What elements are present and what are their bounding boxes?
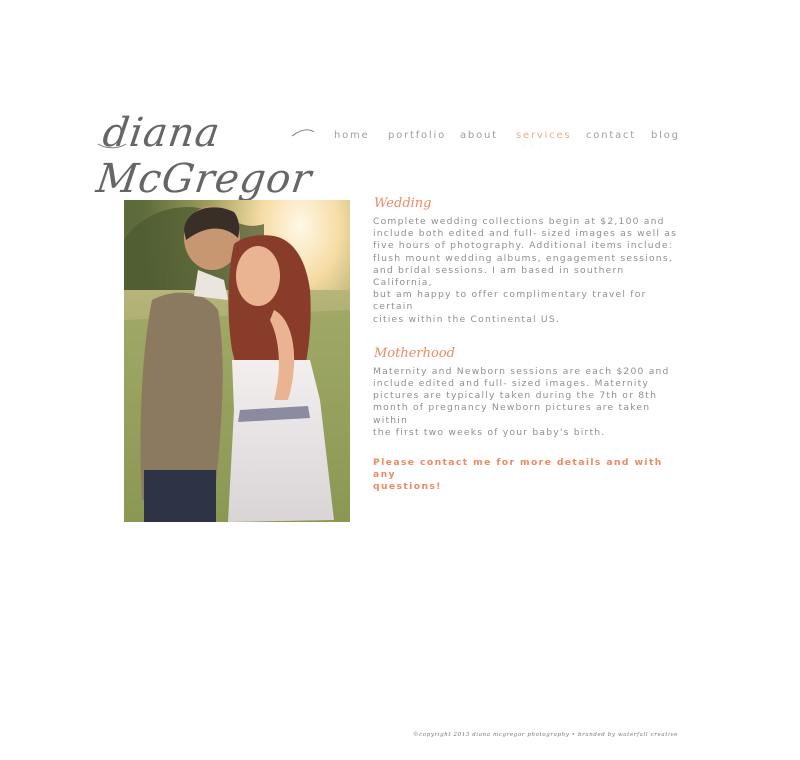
nav-contact[interactable]: contact [586, 130, 651, 141]
wedding-title: Wedding [374, 196, 432, 211]
footer-copyright: ©copyright 2013 diana mcgregor photograp… [413, 732, 678, 738]
wedding-description: Complete wedding collections begin at $2… [373, 216, 678, 325]
couple-photo-image [124, 200, 350, 522]
contact-cta: Please contact me for more details and w… [373, 457, 663, 493]
nav-home[interactable]: home [334, 130, 388, 141]
motherhood-title: Motherhood [374, 345, 455, 361]
nav-services[interactable]: services [516, 130, 586, 148]
services-content: Wedding Complete wedding collections beg… [373, 194, 685, 494]
site-logo[interactable]: diana McGregor [94, 92, 316, 202]
nav-portfolio[interactable]: portfolio [388, 130, 460, 141]
nav-blog[interactable]: blog [651, 130, 691, 141]
motherhood-section: Motherhood Maternity and Newborn session… [373, 344, 685, 439]
wedding-section: Wedding Complete wedding collections beg… [373, 194, 685, 326]
couple-photo [124, 200, 350, 522]
logo-text: diana McGregor [93, 110, 315, 202]
nav-about[interactable]: about [460, 130, 516, 141]
main-navigation: home portfolio about services contact bl… [334, 130, 691, 148]
motherhood-description: Maternity and Newborn sessions are each … [373, 365, 670, 438]
